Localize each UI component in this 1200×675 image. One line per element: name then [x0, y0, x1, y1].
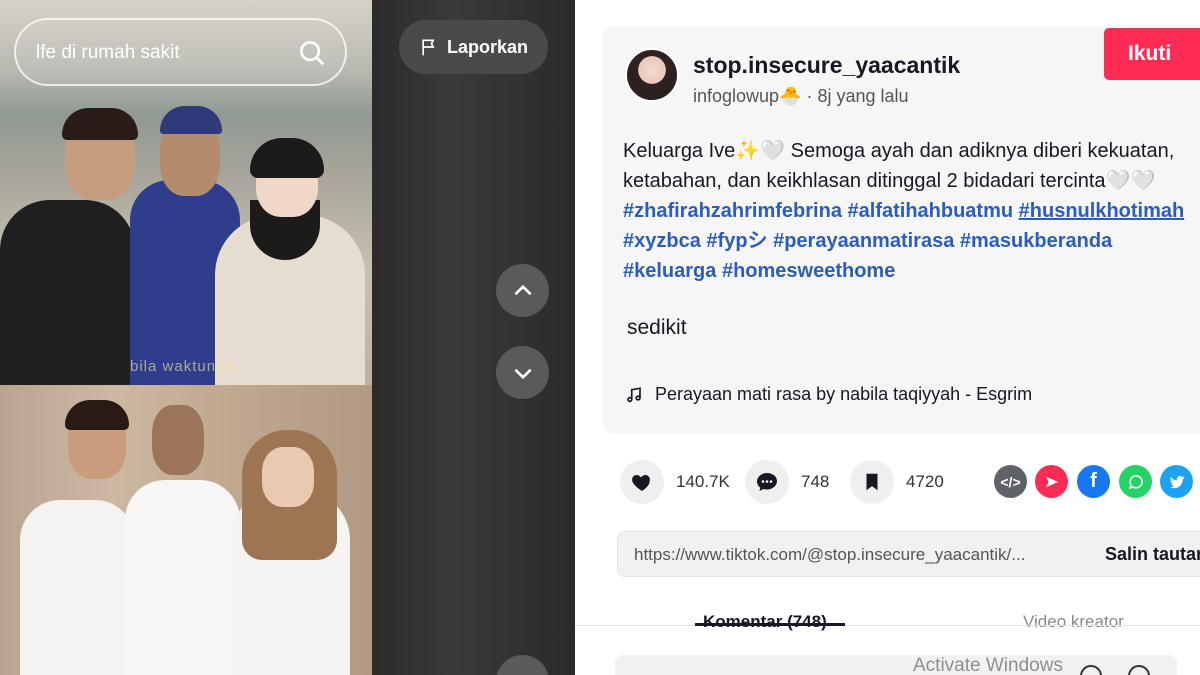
caption-extra: sedikit [627, 316, 687, 339]
chevron-down-icon [513, 368, 532, 379]
embed-icon[interactable]: </> [994, 465, 1027, 498]
bookmark-icon [866, 473, 878, 491]
link-bar: https://www.tiktok.com/@stop.insecure_ya… [617, 531, 1200, 577]
like-stat[interactable]: 140.7K [620, 460, 730, 504]
active-tab-indicator [695, 623, 845, 626]
tab-creator-videos[interactable]: Video kreator [1023, 612, 1124, 632]
next-video-button[interactable] [496, 346, 549, 399]
save-stat[interactable]: 4720 [850, 460, 944, 504]
family-photo-bottom [0, 385, 372, 675]
hashtag-link[interactable]: #zhafirahzahrimfebrina [623, 200, 842, 222]
video-background [372, 0, 575, 675]
hashtag-link[interactable]: #masukberanda [960, 230, 1112, 252]
hashtag-link[interactable]: #alfatihahbuatmu [848, 200, 1014, 222]
avatar[interactable] [625, 48, 679, 102]
facebook-icon[interactable]: f [1077, 465, 1110, 498]
author-line: infoglowup🐣 · 8j yang lalu [693, 86, 909, 106]
caption: Keluarga Ive✨🤍 Semoga ayah dan adiknya d… [623, 136, 1200, 286]
search-box[interactable]: lfe di rumah sakit [14, 18, 347, 86]
caption-line-2: ketabahan, dan keikhlasan ditinggal 2 bi… [623, 170, 1156, 192]
like-button[interactable] [620, 460, 664, 504]
save-count: 4720 [906, 472, 944, 491]
comment-button[interactable] [745, 460, 789, 504]
follow-button[interactable]: Ikuti [1104, 28, 1200, 80]
hashtag-link[interactable]: #perayaanmatirasa [773, 230, 954, 252]
tab-divider [575, 625, 1200, 626]
whatsapp-icon[interactable] [1119, 465, 1152, 498]
heart-icon [632, 475, 650, 491]
chick-icon: 🐣 [779, 86, 802, 106]
description-card: stop.insecure_yaacantik infoglowup🐣 · 8j… [603, 26, 1200, 434]
report-button[interactable]: Laporkan [399, 20, 548, 74]
comment-count: 748 [801, 472, 830, 491]
video-url[interactable]: https://www.tiktok.com/@stop.insecure_ya… [634, 545, 1025, 565]
chevron-up-icon [513, 284, 532, 295]
hashtag-link[interactable]: #husnulkhotimah [1019, 200, 1185, 222]
caption-line-1: Keluarga Ive✨🤍 Semoga ayah dan adiknya d… [623, 140, 1175, 162]
flag-icon [422, 39, 435, 56]
music-link[interactable]: Perayaan mati rasa by nabila taqiyyah - … [625, 384, 1032, 405]
username[interactable]: stop.insecure_yaacantik [693, 52, 960, 79]
hashtag-link[interactable]: #xyzbca [623, 230, 701, 252]
comment-icon [757, 473, 777, 491]
search-query[interactable]: lfe di rumah sakit [36, 42, 180, 64]
video-player[interactable]: lfe di rumah sakit Laporkan bila waktuny… [0, 0, 575, 675]
copy-link-button[interactable]: Salin tautan [1105, 544, 1200, 565]
report-label: Laporkan [446, 36, 529, 57]
save-button[interactable] [850, 460, 894, 504]
music-title[interactable]: Perayaan mati rasa by nabila taqiyyah - … [655, 384, 1032, 405]
like-count: 140.7K [676, 472, 730, 491]
tab-comments[interactable]: Komentar (748) [703, 612, 827, 632]
hashtag-link[interactable]: #homesweethome [722, 260, 895, 282]
video-watermark: bila waktunya [130, 358, 234, 375]
music-note-icon [627, 386, 641, 402]
post-time: 8j yang lalu [817, 86, 909, 106]
hashtag-link[interactable]: #keluarga [623, 260, 716, 282]
post-panel: stop.insecure_yaacantik infoglowup🐣 · 8j… [575, 0, 1200, 675]
twitter-icon[interactable] [1160, 465, 1193, 498]
search-icon[interactable] [297, 38, 327, 68]
send-icon[interactable] [1035, 465, 1068, 498]
hashtag-link[interactable]: #fypシ [706, 230, 767, 252]
activate-windows-watermark: Activate Windows [913, 655, 1063, 675]
author-name: infoglowup [693, 86, 780, 106]
video-frame [0, 0, 372, 675]
previous-video-button[interactable] [496, 264, 549, 317]
comment-stat[interactable]: 748 [745, 460, 829, 504]
